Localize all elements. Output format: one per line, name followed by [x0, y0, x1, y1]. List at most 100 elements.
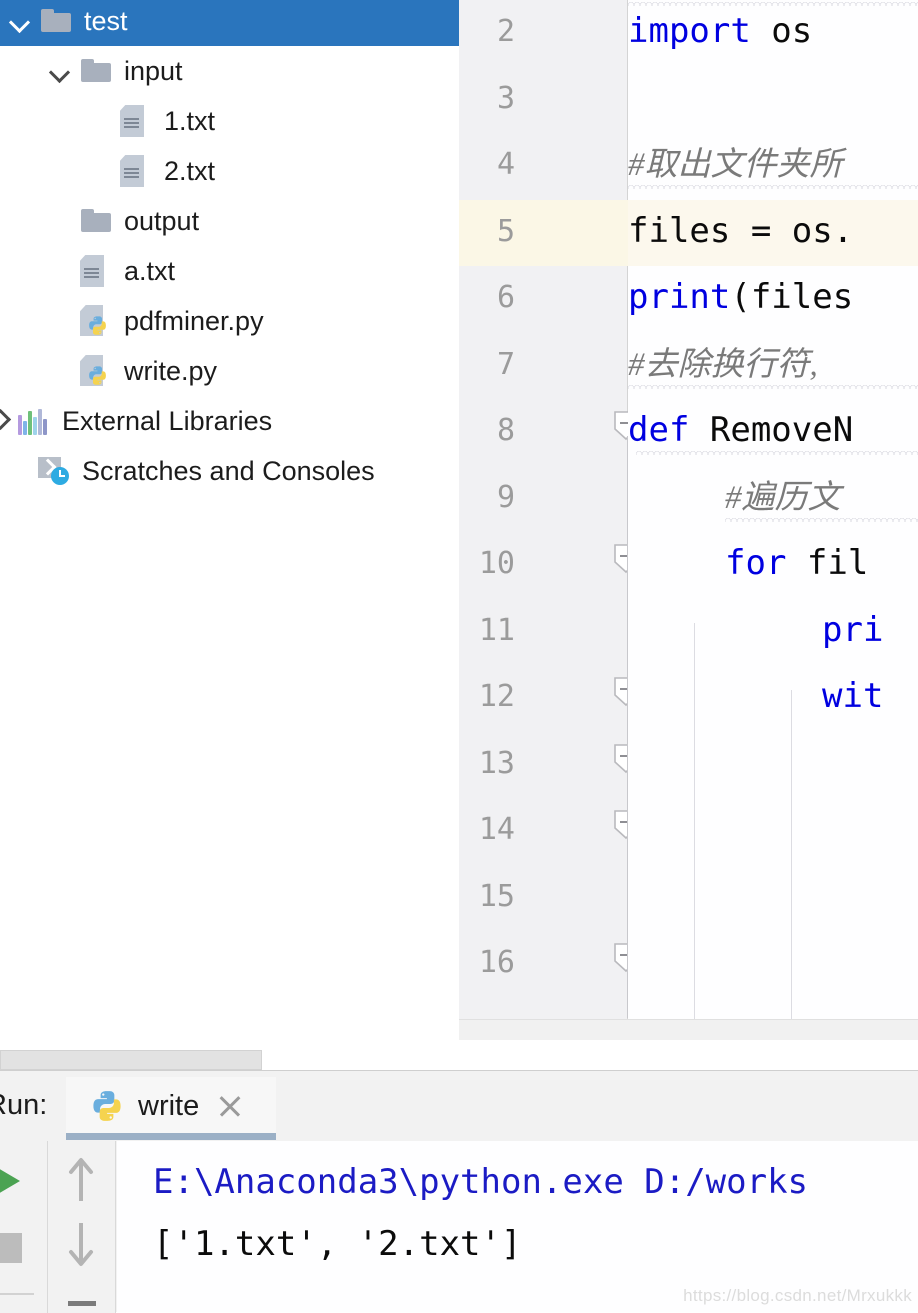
arrow-down-icon[interactable]: [66, 1217, 96, 1269]
run-tab-active-underline: [66, 1133, 276, 1140]
run-tab-write[interactable]: write: [66, 1077, 276, 1135]
code-line-5[interactable]: files = os.: [628, 214, 853, 248]
code-token: #取出文件夹所: [628, 147, 843, 183]
watermark-text: https://blog.csdn.net/Mrxukkk: [683, 1286, 912, 1305]
code-line-10[interactable]: for fil: [725, 546, 868, 580]
code-line-7[interactable]: #去除换行符,: [628, 347, 818, 382]
editor-gutter[interactable]: 2 3 4 5 6 7 8 9 10 11 12 13 14 15 16: [459, 0, 638, 1019]
tree-item-2-txt[interactable]: 2.txt: [0, 146, 459, 196]
code-line-4[interactable]: #取出文件夹所: [628, 147, 843, 182]
tree-item-scratches-and-consoles[interactable]: Scratches and Consoles: [0, 446, 459, 496]
line-number: 2: [496, 14, 515, 49]
text-file-icon: [120, 155, 146, 187]
typo-squiggle: [725, 515, 918, 522]
text-file-icon: [120, 105, 146, 137]
chevron-placeholder: [6, 458, 32, 484]
scratches-icon-wrapper: [38, 454, 72, 488]
line-number: 13: [478, 745, 515, 781]
code-line-11[interactable]: pri: [822, 613, 883, 647]
soft-wrap-icon[interactable]: [68, 1301, 96, 1306]
text-file-icon-wrapper: [120, 154, 154, 188]
stop-icon[interactable]: [0, 1233, 22, 1263]
folder-icon: [80, 207, 114, 235]
tree-item-label: Scratches and Consoles: [82, 455, 375, 486]
tree-item-1-txt[interactable]: 1.txt: [0, 96, 459, 146]
run-toolbar-secondary[interactable]: [48, 1141, 116, 1313]
toolbar-separator: [0, 1293, 34, 1295]
line-number: 3: [496, 80, 515, 116]
line-number: 15: [478, 878, 515, 914]
chevron-placeholder: [48, 358, 74, 384]
chevron-right-icon[interactable]: [0, 408, 12, 434]
console-line: E:\Anaconda3\python.exe D:/works: [153, 1162, 809, 1202]
chevron-down-icon[interactable]: [48, 58, 74, 84]
typo-squiggle: [628, 183, 918, 189]
chevron-down-icon[interactable]: [8, 8, 34, 34]
line-number: 5: [496, 213, 515, 249]
tree-item-label: output: [124, 205, 200, 236]
code-line-2[interactable]: import os: [628, 14, 812, 48]
tree-item-input[interactable]: input: [0, 46, 459, 96]
text-file-icon-wrapper: [120, 104, 154, 138]
code-token: def: [628, 410, 690, 450]
code-token: (files: [730, 277, 854, 317]
tree-item-label: a.txt: [124, 255, 176, 286]
run-window-title: Run:: [0, 1089, 48, 1121]
line-number: 11: [478, 612, 515, 648]
folder-icon: [80, 57, 114, 85]
tree-item-pdfminer-py[interactable]: pdfminer.py: [0, 296, 459, 346]
line-number: 4: [496, 147, 515, 182]
code-token: fil: [786, 543, 869, 583]
external-libraries-icon: [18, 407, 48, 435]
chevron-placeholder: [48, 258, 74, 284]
tree-item-write-py[interactable]: write.py: [0, 346, 459, 396]
folder-icon-wrapper: [80, 204, 114, 238]
python-file-icon: [80, 355, 108, 387]
project-tool-window[interactable]: test input 1.txt 2.txt output a.txt pdfminer.p…: [0, 0, 459, 1040]
run-tool-window[interactable]: Run: write E:\Anacon: [0, 1070, 918, 1313]
code-editor[interactable]: 2 3 4 5 6 7 8 9 10 11 12 13 14 15 16 import os #取出文件夹所 f…: [459, 0, 918, 1040]
indent-guide: [694, 623, 695, 1019]
python-icon: [89, 316, 106, 335]
typo-squiggle: [628, 0, 918, 6]
code-line-12[interactable]: wit: [822, 679, 883, 713]
code-line-8[interactable]: def RemoveN: [628, 413, 853, 447]
typo-squiggle: [636, 449, 918, 455]
tree-item-test[interactable]: test: [0, 0, 459, 46]
tree-item-a-txt[interactable]: a.txt: [0, 246, 459, 296]
code-token: print: [628, 277, 731, 317]
code-token: import: [628, 11, 751, 51]
chevron-placeholder: [48, 208, 74, 234]
code-token: #去除换行符,: [628, 346, 818, 383]
code-line-9[interactable]: #遍历文: [725, 480, 841, 515]
folder-icon: [40, 7, 74, 35]
text-file-icon-wrapper: [80, 254, 114, 288]
run-icon[interactable]: [0, 1161, 20, 1201]
code-line-6[interactable]: print(files: [628, 280, 853, 314]
project-horizontal-scrollbar[interactable]: [0, 1050, 262, 1070]
line-number: 8: [496, 413, 515, 448]
code-token: #遍历文: [725, 479, 841, 516]
tree-item-output[interactable]: output: [0, 196, 459, 246]
tree-item-label: pdfminer.py: [124, 305, 264, 336]
arrow-up-icon[interactable]: [66, 1155, 96, 1207]
tree-item-external-libraries[interactable]: External Libraries: [0, 396, 459, 446]
python-icon: [89, 366, 106, 385]
tree-item-label: write.py: [124, 355, 218, 386]
console-line: ['1.txt', '2.txt']: [153, 1224, 522, 1264]
close-icon[interactable]: [217, 1093, 243, 1119]
code-token: pri: [822, 609, 884, 650]
chevron-placeholder: [88, 158, 114, 184]
code-token: RemoveN: [689, 410, 854, 450]
editor-code-area[interactable]: import os #取出文件夹所 files = os. print(files #去…: [628, 0, 918, 1019]
indent-guide: [791, 690, 792, 1019]
python-icon: [93, 1091, 121, 1121]
line-number: 9: [496, 479, 515, 515]
editor-bottom-strip: [459, 1019, 918, 1040]
run-toolbar-primary[interactable]: [0, 1141, 48, 1313]
python-file-icon: [80, 305, 108, 337]
line-number: 6: [496, 280, 515, 315]
python-file-icon-wrapper: [80, 304, 114, 338]
scratches-icon: [38, 456, 70, 486]
tree-item-label: External Libraries: [62, 405, 273, 436]
